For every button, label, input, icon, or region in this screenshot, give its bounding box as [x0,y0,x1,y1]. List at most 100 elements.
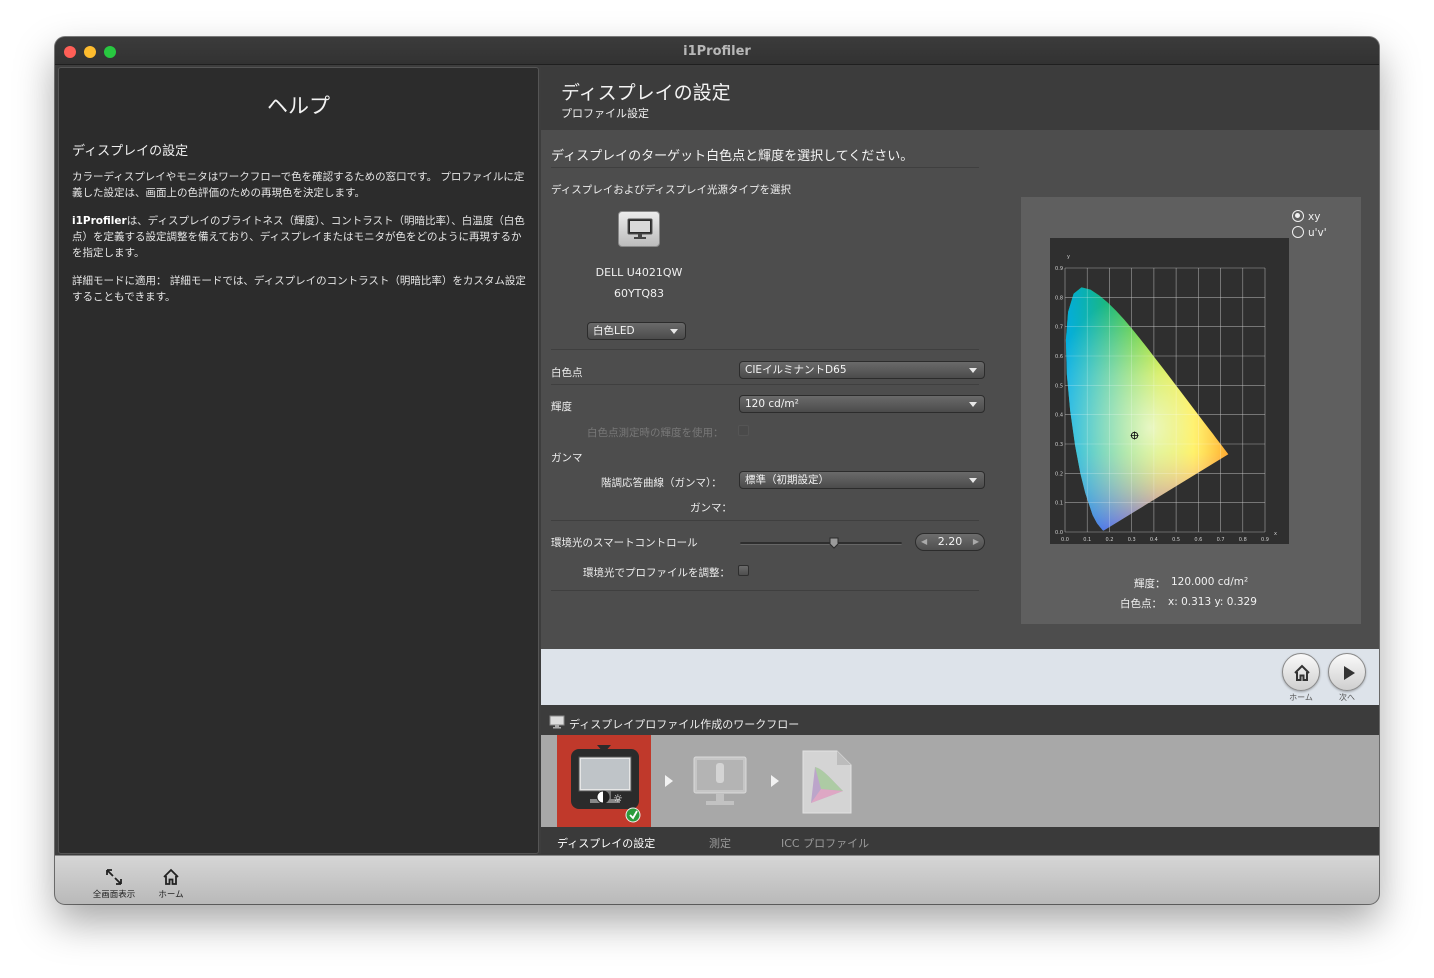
workflow-label-measure[interactable]: 測定 [709,835,731,851]
fullscreen-icon [106,869,122,885]
next-button[interactable] [1328,653,1366,691]
home-button-label: ホーム [1289,693,1313,702]
luminance-label: 輝度 [551,401,572,413]
workflow-step-display-settings[interactable]: ☼ [557,735,651,827]
x-tick-label: 0.6 [1194,537,1202,543]
y-tick-label: 0.7 [1055,325,1063,331]
page-header: ディスプレイの設定 プロファイル設定 [541,67,1379,130]
chart-whitepoint-value: x: 0.313 y: 0.329 [1168,596,1257,608]
monitor-icon[interactable] [618,211,660,247]
help-panel: ヘルプ ディスプレイの設定 カラーディスプレイやモニタはワークフローで色を確認す… [58,67,539,854]
y-tick-label: 0.2 [1055,471,1063,477]
y-tick-label: 0.8 [1055,295,1063,301]
uv-radio-label: u'v' [1308,227,1327,239]
cie-chart: 0.0 0.1 0.2 0.3 0.4 0.5 0.6 0.7 0.8 0.9 0.0 0.1 0.2 0… [1050,238,1289,544]
divider [551,590,979,591]
stepper-right-icon[interactable]: ▶ [973,534,979,550]
title-bar: i1Profiler [55,37,1379,65]
chart-luminance-value: 120.000 cd/m² [1171,576,1249,588]
workflow-title: ディスプレイプロファイル作成のワークフロー [569,718,800,731]
help-paragraph-3: 詳細モードに適用： 詳細モードでは、ディスプレイのコントラスト（明暗比率）をカス… [72,275,526,303]
monitor-small-icon [549,715,565,729]
tone-curve-value: 標準（初期設定） [745,474,829,486]
page-title: ディスプレイの設定 [561,82,731,104]
play-icon [1344,666,1355,680]
workflow-label-icc-profile[interactable]: ICC プロファイル [781,835,869,851]
bottom-toolbar: 全画面表示 ホーム [55,855,1379,904]
luminance-value: 120 cd/m² [745,398,799,410]
whitepoint-label: 白色点 [551,367,583,379]
x-tick-label: 0.9 [1261,537,1269,543]
ambient-adjust-label: 環境光でプロファイルを調整： [583,567,730,579]
chevron-down-icon [969,368,977,373]
x-tick-label: 0.2 [1105,537,1113,543]
instruction-text: ディスプレイのターゲット白色点と輝度を選択してください。 [551,149,914,164]
gamma-section-label: ガンマ [551,452,583,464]
gamma-slider-thumb[interactable] [829,534,839,549]
workflow-step-icc-profile[interactable] [795,749,855,815]
divider [551,167,979,168]
navigation-strip: ホーム 次へ [541,649,1379,705]
measure-icon [693,756,747,805]
home-button[interactable] [1282,653,1320,691]
help-paragraph-2: i1Profilerは、ディスプレイのブライトネス（輝度）、コントラスト（明暗比… [72,213,527,261]
chevron-down-icon [670,329,678,334]
x-tick-label: 0.5 [1172,537,1180,543]
x-tick-label: 0.0 [1061,537,1069,543]
divider [551,349,979,350]
luminance-select[interactable]: 120 cd/m² [739,395,985,413]
arrow-right-icon [771,775,779,787]
backlight-type-select[interactable]: 白色LED [587,322,686,340]
workflow-step-measure[interactable] [689,753,751,815]
window-title: i1Profiler [683,44,751,59]
use-measured-luminance-checkbox[interactable] [738,425,749,436]
bottom-home-button[interactable]: ホーム [141,868,201,900]
chevron-down-icon [969,478,977,483]
fullscreen-button[interactable]: 全画面表示 [84,868,144,900]
chart-whitepoint-label: 白色点： [1120,598,1162,610]
divider [551,384,979,385]
spectral-locus-fill [1065,287,1229,531]
ambient-adjust-checkbox[interactable] [738,565,749,576]
y-tick-label: 0.3 [1055,442,1063,448]
x-tick-label: 0.7 [1217,537,1225,543]
whitepoint-select[interactable]: CIEイルミナントD65 [739,361,985,379]
gamma-value: 2.20 [937,535,963,548]
gamma-slider[interactable] [740,542,902,545]
y-tick-label: 0.1 [1055,501,1063,507]
tone-curve-select[interactable]: 標準（初期設定） [739,471,985,489]
y-tick-label: 0.9 [1055,266,1063,272]
home-icon [1294,664,1310,681]
backlight-type-value: 白色LED [593,325,635,337]
chart-luminance-label: 輝度： [1134,578,1166,590]
workflow-label-display-settings[interactable]: ディスプレイの設定 [557,835,655,851]
chromaticity-panel: x y u'v' 0.0 0.1 0.2 0.3 0.4 0.5 0.6 0.7 … [1021,197,1361,624]
cie-chart-svg: 0.0 0.1 0.2 0.3 0.4 0.5 0.6 0.7 0.8 0.9 0.0 0.1 0.2 0… [1055,254,1277,543]
gamma-stepper[interactable]: ◀ 2.20 ▶ [915,533,985,551]
device-model: DELL U4021QW [595,266,683,279]
workflow-labels: ディスプレイの設定 測定 ICC プロファイル [541,827,1379,854]
settings-panel: ディスプレイのターゲット白色点と輝度を選択してください。 ディスプレイおよびディ… [541,130,1379,649]
x-axis-label: x [1274,531,1277,537]
use-measured-luminance-label: 白色点測定時の輝度を使用： [587,427,724,439]
xy-radio[interactable] [1292,210,1304,222]
y-axis-label: y [1067,254,1070,260]
gamma-label: ガンマ： [690,502,732,514]
tone-curve-label: 階調応答曲線（ガンマ）： [601,477,722,489]
help-subtitle: ディスプレイの設定 [72,144,189,159]
svg-text:☼: ☼ [613,792,623,805]
y-tick-label: 0.4 [1055,413,1063,419]
uv-radio[interactable] [1292,226,1304,238]
stepper-left-icon[interactable]: ◀ [921,534,927,550]
help-paragraph-1: カラーディスプレイやモニタはワークフローで色を確認するための窓口です。 プロファ… [72,171,525,199]
icc-profile-document-icon [802,750,852,814]
display-settings-icon: ☼ [571,745,641,823]
home-icon [163,868,179,885]
x-tick-label: 0.3 [1128,537,1136,543]
next-button-label: 次へ [1339,693,1355,702]
x-tick-label: 0.1 [1083,537,1091,543]
display-type-label: ディスプレイおよびディスプレイ光源タイプを選択 [551,184,792,196]
ambient-section-label: 環境光のスマートコントロール [551,537,698,549]
help-paragraph-2-text: は、ディスプレイのブライトネス（輝度）、コントラスト（明暗比率）、白温度（白色点… [72,215,525,259]
chevron-down-icon [969,402,977,407]
